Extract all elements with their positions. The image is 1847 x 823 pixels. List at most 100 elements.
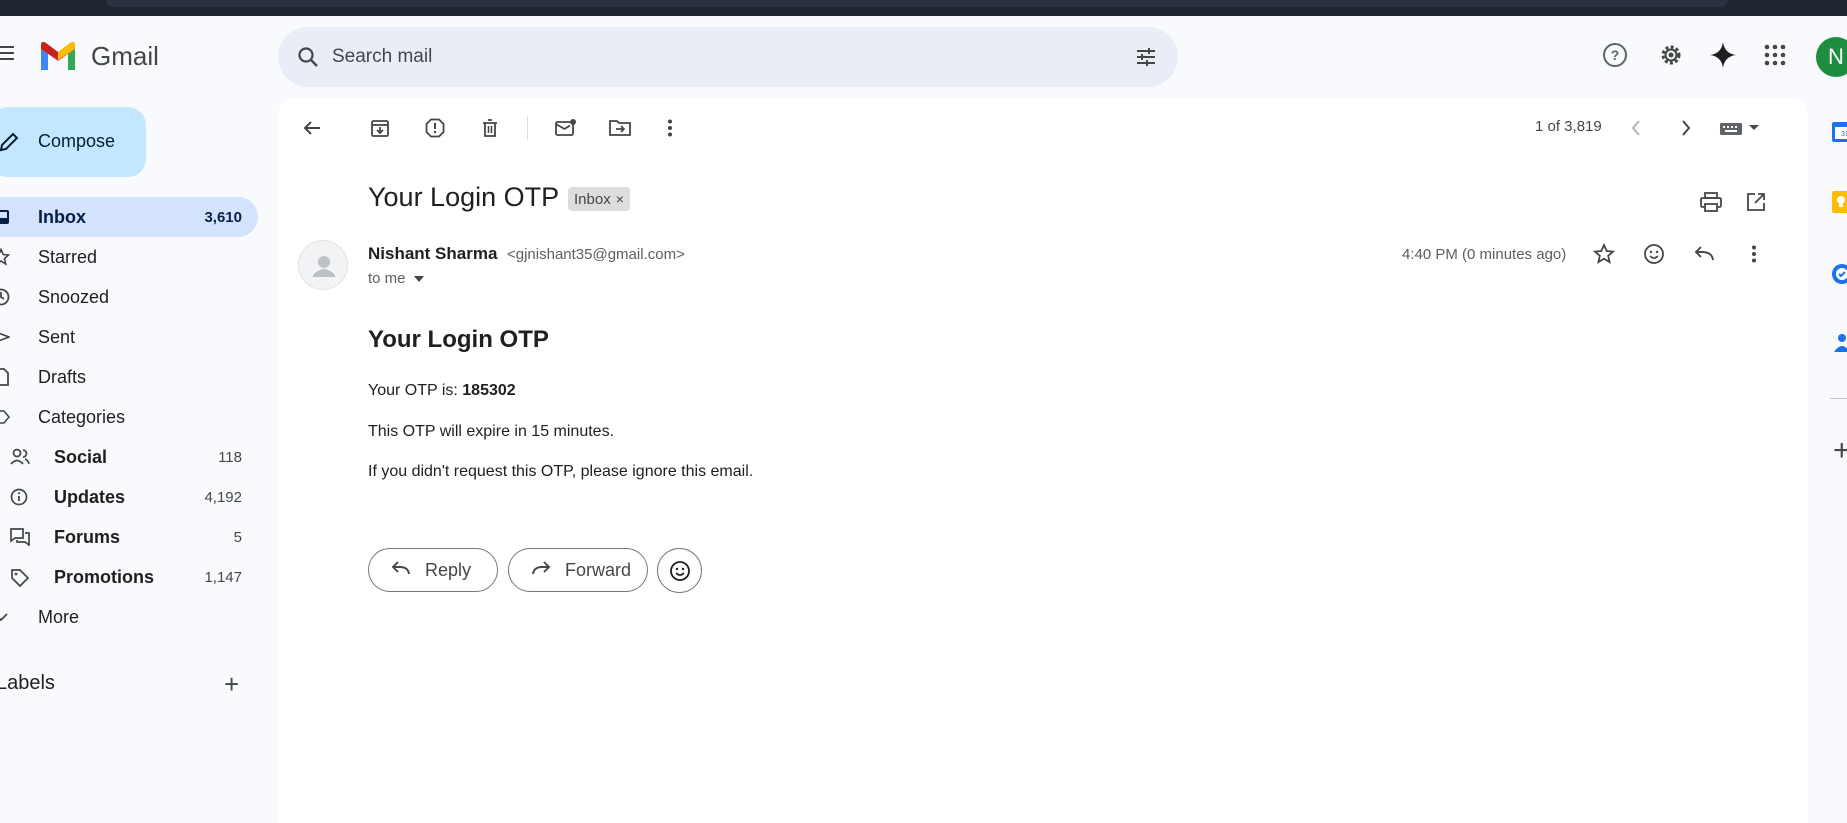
sidebar-item-label: Sent bbox=[38, 327, 76, 347]
sidebar-item-inbox[interactable]: Inbox 3,610 bbox=[0, 197, 258, 237]
more-options-icon[interactable] bbox=[656, 114, 684, 142]
people-icon bbox=[10, 448, 30, 466]
draft-icon bbox=[0, 368, 10, 386]
recipient-details[interactable]: to me bbox=[368, 270, 424, 287]
reply-label: Reply bbox=[425, 559, 472, 580]
chevron-down-icon bbox=[0, 608, 10, 626]
sidebar-item-updates[interactable]: Updates 4,192 bbox=[0, 477, 258, 517]
smiley-icon bbox=[669, 560, 690, 581]
label-icon bbox=[0, 408, 11, 426]
inbox-icon bbox=[0, 208, 10, 226]
input-tools-keyboard-icon[interactable] bbox=[1718, 114, 1762, 142]
label-chip-text: Inbox bbox=[574, 190, 611, 208]
sidebar-item-count: 1,147 bbox=[204, 569, 242, 586]
move-to-folder-icon[interactable] bbox=[606, 114, 634, 142]
tag-icon bbox=[10, 568, 30, 588]
browser-top-strip bbox=[0, 0, 1847, 16]
get-addons-plus-icon[interactable]: + bbox=[1833, 436, 1847, 466]
search-filter-icon[interactable] bbox=[1134, 45, 1158, 74]
sidebar-item-promotions[interactable]: Promotions 1,147 bbox=[0, 557, 258, 597]
sender-avatar[interactable] bbox=[298, 240, 348, 290]
open-new-window-icon[interactable] bbox=[1742, 188, 1770, 216]
clock-icon bbox=[0, 288, 10, 306]
pencil-icon bbox=[0, 131, 20, 158]
labels-heading: Labels bbox=[0, 672, 55, 694]
mark-unread-icon[interactable] bbox=[552, 114, 580, 142]
ignore-line: If you didn't request this OTP, please i… bbox=[368, 463, 754, 480]
sidebar-item-label: Social bbox=[54, 447, 108, 467]
back-arrow-icon[interactable] bbox=[298, 114, 326, 142]
star-message-icon[interactable] bbox=[1590, 240, 1618, 268]
sidebar-item-count: 4,192 bbox=[204, 489, 242, 506]
older-chevron-right-icon[interactable] bbox=[1672, 114, 1700, 142]
add-label-button[interactable]: + bbox=[224, 671, 239, 697]
reply-icon[interactable] bbox=[1690, 240, 1718, 268]
email-body-title: Your Login OTP bbox=[368, 326, 549, 353]
newer-chevron-left-icon[interactable] bbox=[1622, 114, 1650, 142]
sidebar-item-forums[interactable]: Forums 5 bbox=[0, 517, 258, 557]
rail-divider bbox=[1830, 398, 1847, 399]
report-spam-icon[interactable] bbox=[421, 114, 449, 142]
sidebar-item-snoozed[interactable]: Snoozed bbox=[0, 277, 258, 317]
sidebar-item-social[interactable]: Social 118 bbox=[0, 437, 258, 477]
help-icon[interactable]: ? bbox=[1600, 40, 1630, 70]
sidebar-item-count: 5 bbox=[233, 529, 242, 546]
gmail-logo-icon[interactable] bbox=[38, 40, 78, 70]
sidebar-item-sent[interactable]: Sent bbox=[0, 317, 258, 357]
forward-arrow-icon bbox=[531, 560, 551, 581]
sidebar-item-more[interactable]: More bbox=[0, 597, 258, 637]
sidebar-item-count: 118 bbox=[218, 449, 242, 466]
star-icon bbox=[0, 247, 11, 266]
account-avatar[interactable]: N bbox=[1816, 37, 1847, 77]
app-brand[interactable]: Gmail bbox=[91, 41, 159, 72]
remove-label-icon[interactable]: × bbox=[616, 191, 624, 207]
search-bar[interactable] bbox=[278, 27, 1178, 87]
reply-button[interactable]: Reply bbox=[368, 548, 498, 592]
sidebar-item-label: Categories bbox=[38, 407, 126, 427]
forum-icon bbox=[10, 528, 30, 547]
sidebar-item-label: Drafts bbox=[38, 367, 87, 387]
sidebar-item-label: More bbox=[38, 607, 80, 627]
search-input[interactable] bbox=[332, 41, 1092, 73]
sidebar-nav: Inbox 3,610 Starred Snoozed Sent Drafts … bbox=[0, 197, 260, 637]
reply-arrow-icon bbox=[391, 560, 411, 581]
archive-icon[interactable] bbox=[366, 114, 394, 142]
main-menu-icon[interactable] bbox=[0, 46, 14, 60]
otp-line: Your OTP is: 185302 bbox=[368, 382, 516, 400]
compose-label: Compose bbox=[38, 131, 116, 151]
sidebar-item-label: Inbox bbox=[38, 207, 86, 227]
search-icon[interactable] bbox=[296, 45, 320, 74]
sidebar-item-drafts[interactable]: Drafts bbox=[0, 357, 258, 397]
calendar-icon[interactable]: 31 bbox=[1830, 120, 1847, 144]
send-icon bbox=[0, 328, 12, 346]
delete-trash-icon[interactable] bbox=[476, 114, 504, 142]
email-subject: Your Login OTP bbox=[368, 182, 560, 212]
caret-down-icon[interactable] bbox=[413, 276, 424, 283]
message-panel: 1 of 3,819 Your Login OTP Inbox × Nishan… bbox=[278, 98, 1808, 823]
tasks-icon[interactable] bbox=[1830, 262, 1847, 286]
contacts-icon[interactable] bbox=[1830, 330, 1847, 354]
expiry-line: This OTP will expire in 15 minutes. bbox=[368, 423, 615, 440]
svg-text:31: 31 bbox=[1841, 131, 1847, 138]
settings-gear-icon[interactable] bbox=[1656, 40, 1686, 70]
sidebar-item-starred[interactable]: Starred bbox=[0, 237, 258, 277]
inbox-label-chip[interactable]: Inbox × bbox=[568, 187, 630, 211]
pagination-count: 1 of 3,819 bbox=[1535, 118, 1602, 135]
add-reaction-emoji-icon[interactable] bbox=[1640, 240, 1668, 268]
otp-prefix: Your OTP is: bbox=[368, 382, 458, 399]
sender-name[interactable]: Nishant Sharma bbox=[368, 244, 497, 264]
sender-email[interactable]: <gjnishant35@gmail.com> bbox=[507, 246, 685, 263]
message-more-options-icon[interactable] bbox=[1740, 240, 1768, 268]
google-apps-grid-icon[interactable] bbox=[1760, 40, 1790, 70]
gemini-sparkle-icon[interactable] bbox=[1708, 40, 1738, 70]
sidebar-item-label: Updates bbox=[54, 487, 126, 507]
keep-notes-icon[interactable] bbox=[1830, 190, 1847, 214]
emoji-react-button[interactable] bbox=[657, 548, 702, 593]
sidebar-item-label: Promotions bbox=[54, 567, 155, 587]
forward-button[interactable]: Forward bbox=[508, 548, 648, 592]
sidebar-item-label: Snoozed bbox=[38, 287, 110, 307]
sidebar-item-categories[interactable]: Categories bbox=[0, 397, 258, 437]
print-icon[interactable] bbox=[1697, 188, 1725, 216]
compose-button[interactable]: Compose bbox=[0, 107, 146, 177]
otp-code: 185302 bbox=[462, 382, 516, 399]
